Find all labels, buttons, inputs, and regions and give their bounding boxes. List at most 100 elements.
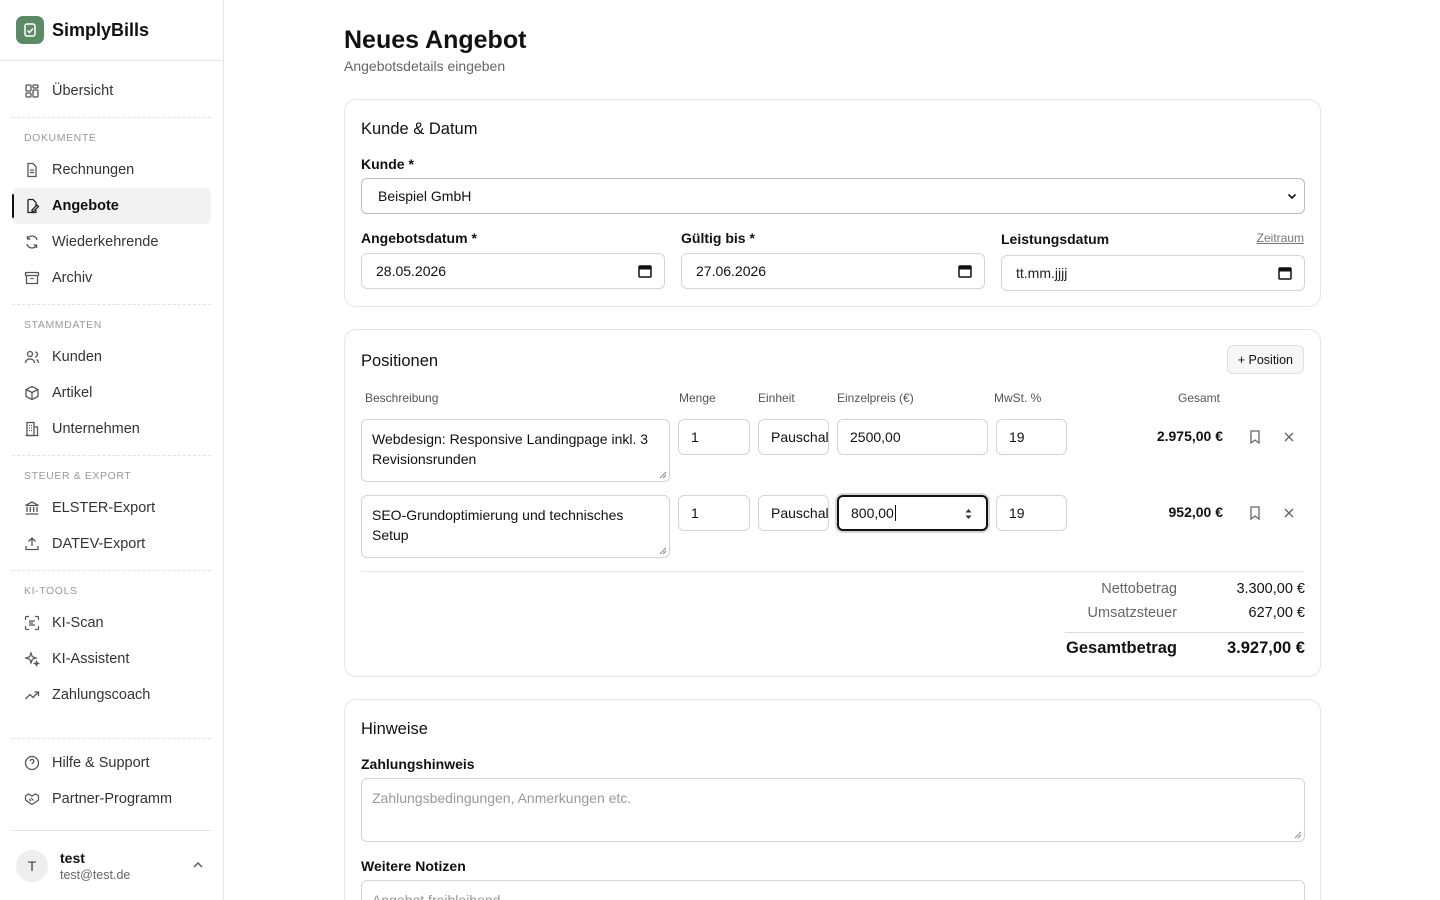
vat-label: Umsatzsteuer: [1087, 605, 1177, 621]
position-unit-input[interactable]: Pauschal: [758, 419, 829, 455]
sidebar: SimplyBills Übersicht DOKUMENTE Rechnung…: [0, 0, 224, 900]
position-unit-price-input[interactable]: 2500,00: [837, 419, 988, 455]
nav-ai-scan[interactable]: KI-Scan: [12, 605, 211, 641]
net-label: Nettobetrag: [1101, 581, 1177, 597]
nav-payment-coach[interactable]: Zahlungscoach: [12, 677, 211, 713]
position-vat-value: 19: [1009, 505, 1025, 521]
position-vat-input[interactable]: 19: [996, 495, 1067, 531]
position-description-input[interactable]: Webdesign: Responsive Landingpage inkl. …: [361, 419, 670, 482]
position-unit-price-input-focused[interactable]: 800,00: [837, 495, 988, 531]
nav-heading-ai-tools: KI-TOOLS: [24, 585, 78, 597]
nav-partner-label: Partner-Programm: [52, 791, 173, 807]
nav-articles-label: Artikel: [52, 385, 93, 401]
number-spinner-icon[interactable]: [964, 507, 973, 521]
nav-recurring[interactable]: Wiederkehrende: [12, 224, 211, 260]
page-title: Neues Angebot: [344, 26, 527, 54]
chevron-up-icon: [193, 862, 203, 868]
nav-recurring-label: Wiederkehrende: [52, 234, 159, 250]
nav-datev[interactable]: DATEV-Export: [12, 526, 211, 562]
building-icon: [25, 421, 39, 437]
brand[interactable]: SimplyBills: [0, 0, 223, 61]
service-date-input[interactable]: tt.mm.jjjj: [1001, 255, 1305, 291]
offer-date-input[interactable]: 28.05.2026: [361, 253, 665, 289]
nav-invoices[interactable]: Rechnungen: [12, 152, 211, 188]
nav-company-label: Unternehmen: [52, 421, 140, 437]
customer-select[interactable]: Beispiel GmbH: [361, 178, 1305, 214]
further-notes-label: Weitere Notizen: [361, 858, 466, 874]
nav-customers[interactable]: Kunden: [12, 339, 211, 375]
payment-note-input[interactable]: Zahlungsbedingungen, Anmerkungen etc.: [361, 778, 1305, 842]
bookmark-icon[interactable]: [1247, 505, 1263, 521]
position-quantity-value: 1: [691, 505, 699, 521]
sparkles-icon: [24, 651, 40, 667]
app-name: SimplyBills: [52, 19, 150, 40]
user-menu[interactable]: T test test@test.de: [12, 830, 211, 900]
upload-icon: [25, 537, 39, 551]
calendar-icon[interactable]: [958, 264, 972, 278]
positions-card: Positionen + Position Beschreibung Menge…: [344, 329, 1321, 677]
calendar-icon[interactable]: [638, 264, 652, 278]
resize-handle-icon[interactable]: [659, 471, 667, 479]
offer-date-label: Angebotsdatum *: [361, 230, 477, 246]
card-title-notes: Hinweise: [361, 720, 428, 738]
nav-company[interactable]: Unternehmen: [12, 411, 211, 447]
gross-value: 3.927,00 €: [1227, 639, 1305, 657]
user-email: test@test.de: [60, 867, 131, 882]
dashboard-icon: [25, 84, 39, 98]
nav-help-label: Hilfe & Support: [52, 755, 150, 771]
resize-handle-icon[interactable]: [1294, 831, 1302, 839]
close-icon[interactable]: [1281, 429, 1297, 445]
handshake-icon: [24, 793, 40, 806]
nav-ai-assistant-label: KI-Assistent: [52, 651, 130, 667]
nav-archive-label: Archiv: [52, 270, 93, 286]
nav-ai-scan-label: KI-Scan: [52, 615, 104, 631]
notes-card: Hinweise Zahlungshinweis Zahlungsbedingu…: [344, 699, 1321, 900]
nav-ai-assistant[interactable]: KI-Assistent: [12, 641, 211, 677]
col-header-total: Gesamt: [1178, 391, 1221, 405]
valid-until-label: Gültig bis *: [681, 230, 755, 246]
further-notes-input[interactable]: Angebot freibleibend: [361, 880, 1305, 900]
col-header-description: Beschreibung: [365, 391, 439, 405]
offer-date-value: 28.05.2026: [376, 263, 447, 279]
position-description-input[interactable]: SEO-Grundoptimierung und technisches Set…: [361, 495, 670, 558]
col-header-quantity: Menge: [679, 391, 716, 405]
nav-help[interactable]: Hilfe & Support: [12, 745, 211, 781]
position-unit-value: Pauschal: [771, 429, 829, 445]
nav-offers[interactable]: Angebote: [12, 188, 211, 224]
app-logo-icon: [16, 16, 44, 44]
nav-articles[interactable]: Artikel: [12, 375, 211, 411]
col-header-vat: MwSt. %: [994, 391, 1042, 405]
payment-note-placeholder: Zahlungsbedingungen, Anmerkungen etc.: [372, 790, 632, 806]
user-name: test: [60, 849, 85, 866]
nav-archive[interactable]: Archiv: [12, 260, 211, 296]
nav-elster[interactable]: ELSTER-Export: [12, 490, 211, 526]
calendar-icon[interactable]: [1278, 266, 1292, 280]
help-circle-icon: [24, 755, 40, 771]
further-notes-placeholder: Angebot freibleibend: [372, 892, 501, 900]
position-unit-value: Pauschal: [771, 505, 829, 521]
avatar: T: [16, 849, 48, 882]
valid-until-input[interactable]: 27.06.2026: [681, 253, 985, 289]
file-text-icon: [27, 162, 37, 178]
archive-icon: [24, 271, 40, 285]
add-position-button[interactable]: + Position: [1226, 345, 1304, 374]
nav-elster-label: ELSTER-Export: [52, 500, 156, 516]
nav-overview[interactable]: Übersicht: [12, 73, 211, 109]
bookmark-icon[interactable]: [1247, 429, 1263, 445]
position-quantity-input[interactable]: 1: [678, 495, 750, 531]
gross-label: Gesamtbetrag: [1066, 639, 1177, 657]
col-header-unit: Einheit: [758, 391, 795, 405]
resize-handle-icon[interactable]: [659, 547, 667, 555]
service-date-value: tt.mm.jjjj: [1016, 265, 1068, 281]
service-date-label: Leistungsdatum: [1001, 231, 1110, 247]
position-vat-input[interactable]: 19: [996, 419, 1067, 455]
total-divider: [1065, 632, 1304, 633]
nav-partner[interactable]: Partner-Programm: [12, 781, 211, 817]
trending-up-icon: [25, 691, 40, 700]
position-description-value: SEO-Grundoptimierung und technisches Set…: [372, 507, 624, 543]
period-link[interactable]: Zeitraum: [1257, 231, 1304, 245]
position-unit-input[interactable]: Pauschal: [758, 495, 829, 531]
position-quantity-input[interactable]: 1: [678, 419, 750, 455]
close-icon[interactable]: [1281, 505, 1297, 521]
position-quantity-value: 1: [691, 429, 699, 445]
